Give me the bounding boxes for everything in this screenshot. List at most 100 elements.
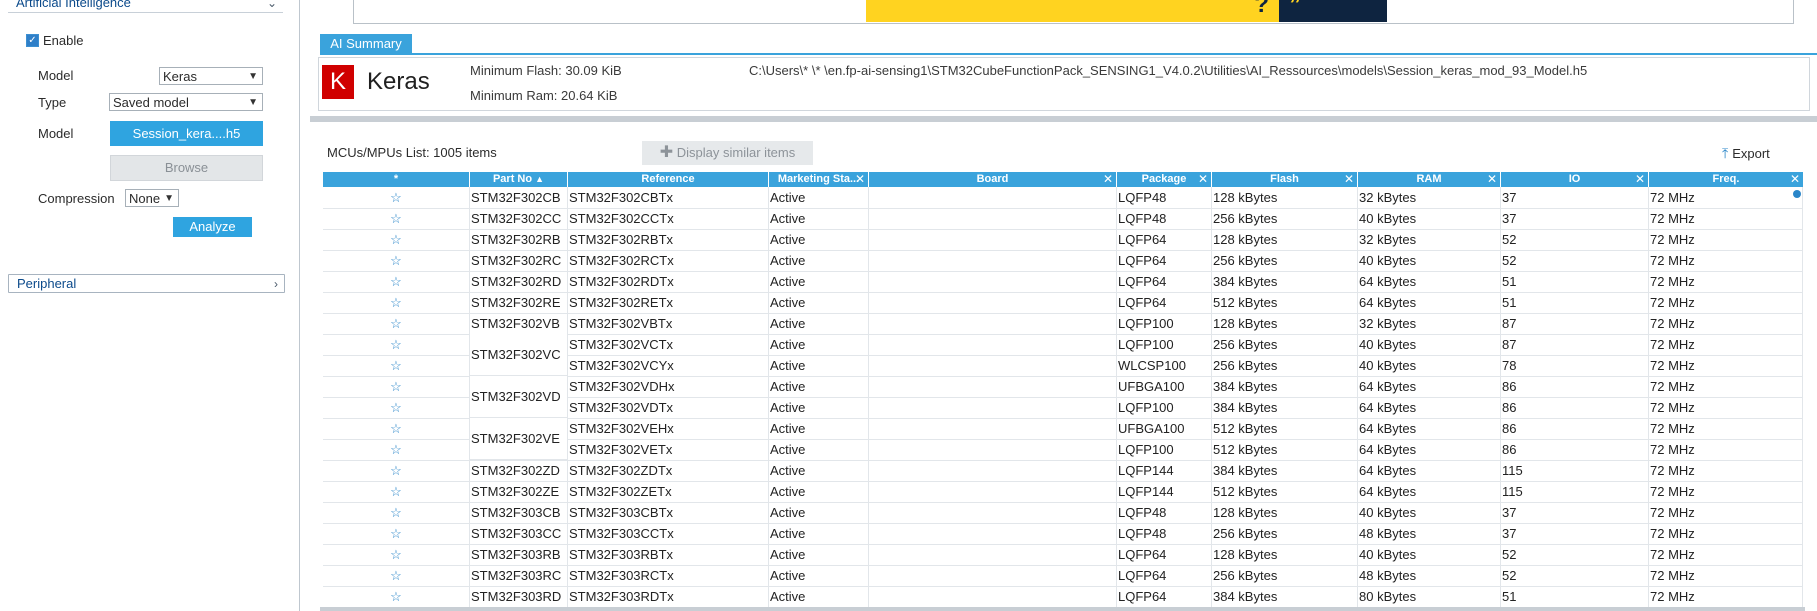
col-header-flash[interactable]: Flash ✕ — [1212, 172, 1358, 187]
close-icon[interactable]: ✕ — [1790, 172, 1800, 187]
flash-cell: 256 kBytes — [1212, 523, 1358, 544]
star-outline-icon[interactable]: ☆ — [323, 565, 470, 586]
table-row[interactable]: ☆ STM32F303CB STM32F303CBTx Active LQFP48 128… — [323, 502, 1803, 524]
freq-cell: 72 MHz — [1649, 376, 1803, 397]
ram-cell: 48 kBytes — [1358, 565, 1501, 586]
io-cell: 86 — [1501, 397, 1649, 418]
table-row[interactable]: ☆ STM32F302VB STM32F302VBTx Active LQFP100 12… — [323, 313, 1803, 335]
freq-cell: 72 MHz — [1649, 355, 1803, 376]
star-outline-icon[interactable]: ☆ — [323, 397, 470, 418]
table-row[interactable]: ☆ STM32F302RB STM32F302RBTx Active LQFP64 128… — [323, 229, 1803, 251]
table-row[interactable]: ☆ STM32F302RE STM32F302RETx Active LQFP64 512… — [323, 292, 1803, 314]
star-outline-icon[interactable]: ☆ — [323, 313, 470, 334]
reference-cell: STM32F302RDTx — [568, 271, 769, 292]
star-outline-icon[interactable]: ☆ — [323, 418, 470, 439]
col-header-io[interactable]: IO ✕ — [1501, 172, 1649, 187]
table-row[interactable]: ☆ STM32F303RC STM32F303RCTx Active LQFP64 256… — [323, 565, 1803, 587]
peripheral-section-header[interactable]: Peripheral › — [8, 274, 285, 293]
table-row[interactable]: ☆ STM32F303RD STM32F303RDTx Active LQFP64 384… — [323, 586, 1803, 608]
board-cell — [869, 229, 1117, 250]
col-header-ram[interactable]: RAM ✕ — [1358, 172, 1501, 187]
export-button[interactable]: ⤒ Export — [1722, 145, 1770, 162]
board-cell — [869, 376, 1117, 397]
col-header-part-no[interactable]: Part No ▲ — [470, 172, 568, 187]
close-icon[interactable]: ✕ — [855, 172, 865, 187]
package-cell: UFBGA100 — [1117, 376, 1212, 397]
close-icon[interactable]: ✕ — [1487, 172, 1497, 187]
star-outline-icon[interactable]: ☆ — [323, 523, 470, 544]
analyze-button[interactable]: Analyze — [173, 217, 252, 237]
star-outline-icon[interactable]: ☆ — [323, 271, 470, 292]
part-no-cell: STM32F302RB — [470, 229, 568, 250]
reference-cell: STM32F303RCTx — [568, 565, 769, 586]
table-row[interactable]: ☆ STM32F302RD STM32F302RDTx Active LQFP64 384… — [323, 271, 1803, 293]
table-row[interactable]: ☆ STM32F302ZD STM32F302ZDTx Active LQFP144 38… — [323, 460, 1803, 482]
star-outline-icon[interactable]: ☆ — [323, 439, 470, 460]
table-scrollbar-thumb[interactable] — [1793, 190, 1801, 198]
board-cell — [869, 208, 1117, 229]
col-header-reference[interactable]: Reference — [568, 172, 769, 187]
star-outline-icon[interactable]: ☆ — [323, 460, 470, 481]
freq-cell: 72 MHz — [1649, 292, 1803, 313]
table-row[interactable]: ☆ STM32F303CC STM32F303CCTx Active LQFP48 256… — [323, 523, 1803, 545]
enable-checkbox[interactable]: ✓ — [26, 34, 39, 47]
col-header-freq[interactable]: Freq. ✕ — [1649, 172, 1803, 187]
star-outline-icon[interactable]: ☆ — [323, 229, 470, 250]
star-outline-icon[interactable]: ☆ — [323, 292, 470, 313]
banner-glyph-icon: ? — [1254, 0, 1269, 18]
table-row[interactable]: ☆ STM32F302CB STM32F302CBTx Active LQFP48 128… — [323, 187, 1803, 209]
min-flash: Minimum Flash: 30.09 KiB — [470, 63, 622, 78]
chevron-down-icon: ▼ — [164, 193, 174, 204]
star-outline-icon[interactable]: ☆ — [323, 376, 470, 397]
io-cell: 115 — [1501, 460, 1649, 481]
freq-cell: 72 MHz — [1649, 502, 1803, 523]
package-cell: LQFP48 — [1117, 523, 1212, 544]
table-row[interactable]: ☆ STM32F303RB STM32F303RBTx Active LQFP64 128… — [323, 544, 1803, 566]
promo-banner[interactable]: ? ” — [353, 0, 1794, 24]
star-outline-icon[interactable]: ☆ — [323, 208, 470, 229]
flash-cell: 256 kBytes — [1212, 250, 1358, 271]
star-outline-icon[interactable]: ☆ — [323, 250, 470, 271]
browse-button[interactable]: Browse — [110, 155, 263, 181]
col-header-package[interactable]: Package ✕ — [1117, 172, 1212, 187]
tab-ai-summary[interactable]: AI Summary — [320, 34, 412, 54]
flash-cell: 256 kBytes — [1212, 355, 1358, 376]
ai-section-header[interactable]: Artificial Intelligence ⌄ — [8, 0, 283, 13]
table-row[interactable]: ☆ STM32F302CC STM32F302CCTx Active LQFP48 256… — [323, 208, 1803, 230]
compression-select[interactable]: None ▼ — [125, 189, 179, 207]
close-icon[interactable]: ✕ — [1103, 172, 1113, 187]
section-divider[interactable] — [310, 116, 1817, 122]
star-outline-icon[interactable]: ☆ — [323, 481, 470, 502]
ai-summary-box: K Keras Minimum Flash: 30.09 KiB Minimum… — [318, 57, 1810, 111]
close-icon[interactable]: ✕ — [1198, 172, 1208, 187]
display-similar-button[interactable]: ✚ Display similar items — [642, 141, 813, 165]
col-header-marketing-status[interactable]: Marketing Sta... ✕ — [769, 172, 869, 187]
star-outline-icon[interactable]: ☆ — [323, 544, 470, 565]
col-header-board[interactable]: Board ✕ — [869, 172, 1117, 187]
table-row[interactable]: ☆ STM32F302RC STM32F302RCTx Active LQFP64 256… — [323, 250, 1803, 272]
star-outline-icon[interactable]: ☆ — [323, 502, 470, 523]
board-cell — [869, 334, 1117, 355]
type-select[interactable]: Saved model ▼ — [109, 93, 263, 111]
chevron-down-icon[interactable]: ⌄ — [267, 0, 277, 12]
io-cell: 86 — [1501, 418, 1649, 439]
ram-cell: 64 kBytes — [1358, 271, 1501, 292]
close-icon[interactable]: ✕ — [1344, 172, 1354, 187]
star-outline-icon[interactable]: ☆ — [323, 586, 470, 607]
banner-dark-block: ” — [1279, 0, 1387, 22]
model-select[interactable]: Keras ▼ — [159, 67, 263, 85]
model-file-button[interactable]: Session_kera....h5 — [110, 121, 263, 146]
close-icon[interactable]: ✕ — [1635, 172, 1645, 187]
star-outline-icon[interactable]: ☆ — [323, 187, 470, 208]
table-row[interactable]: ☆ STM32F302ZE STM32F302ZETx Active LQFP144 51… — [323, 481, 1803, 503]
board-cell — [869, 187, 1117, 208]
chevron-right-icon[interactable]: › — [274, 275, 278, 293]
ram-cell: 64 kBytes — [1358, 376, 1501, 397]
marketing-status-cell: Active — [769, 586, 869, 607]
reference-cell: STM32F302VCYx — [568, 355, 769, 376]
star-outline-icon[interactable]: ☆ — [323, 334, 470, 355]
star-outline-icon[interactable]: ☆ — [323, 355, 470, 376]
freq-cell: 72 MHz — [1649, 544, 1803, 565]
col-header-favorite[interactable]: * — [323, 172, 470, 187]
display-similar-label: Display similar items — [676, 145, 796, 160]
